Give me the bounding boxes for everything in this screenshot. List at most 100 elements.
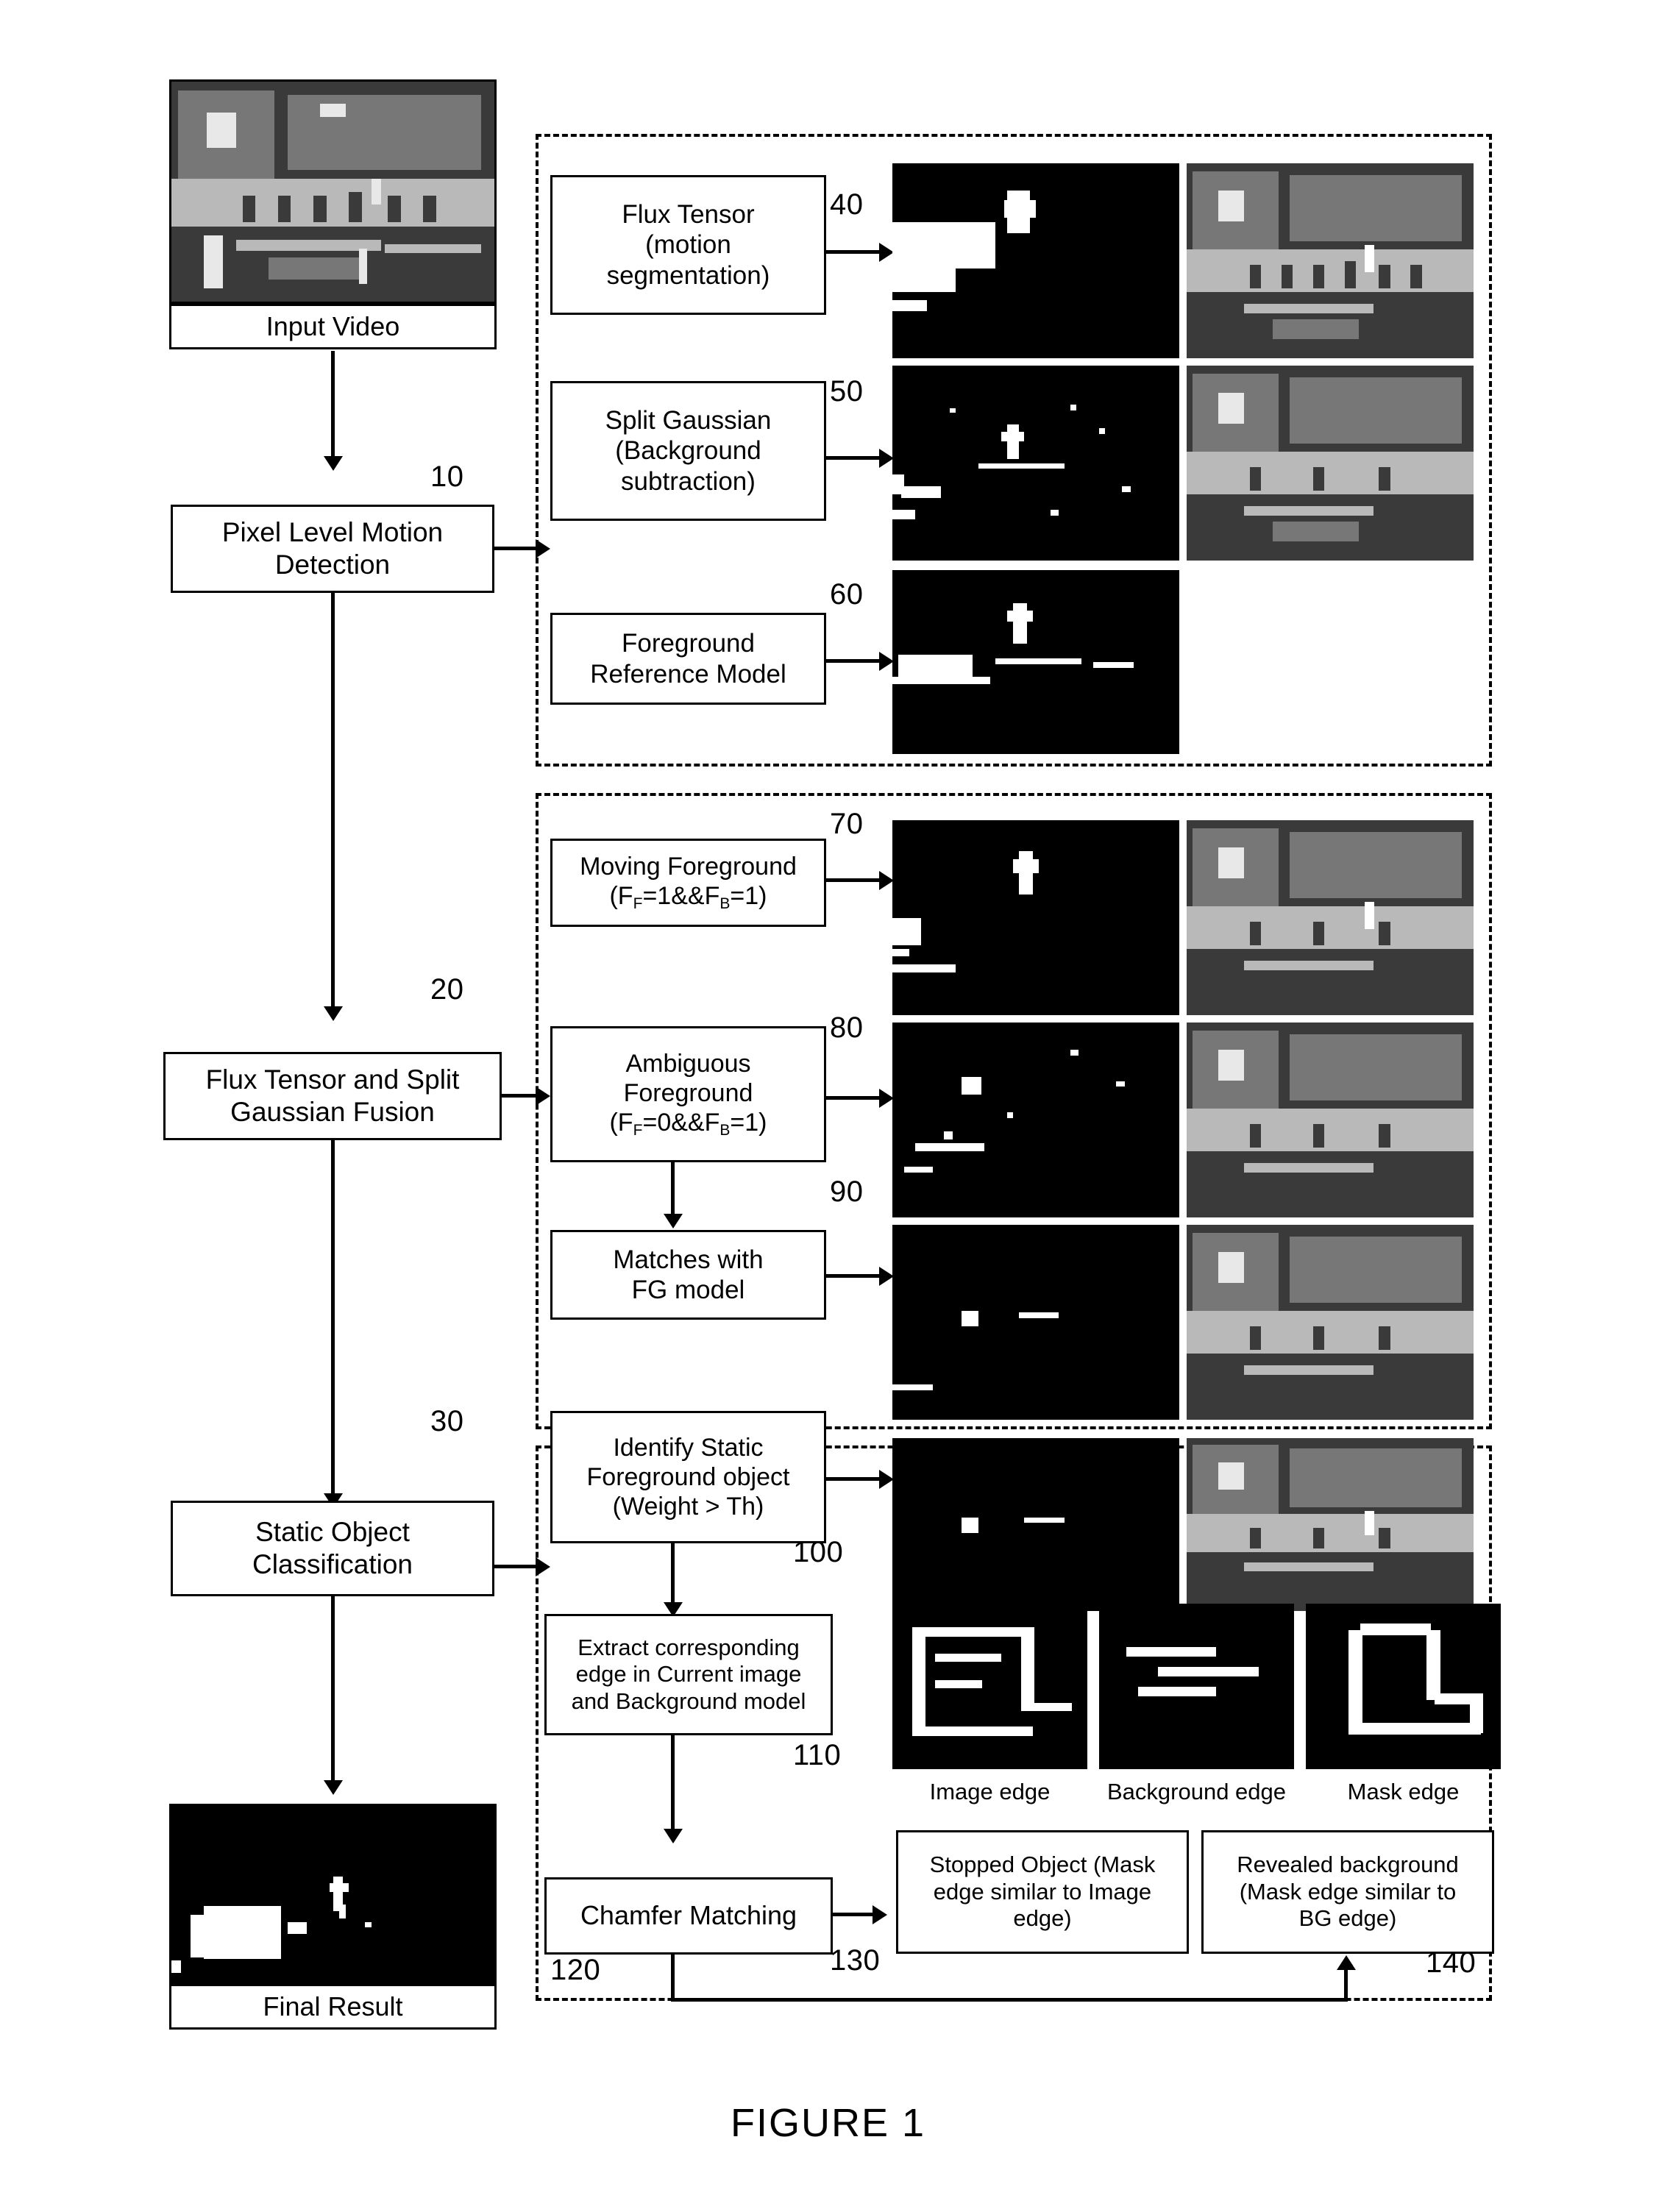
connector-block120-to-140-horizontal <box>671 1998 1348 2002</box>
connector-step20-to-step30 <box>331 1140 335 1501</box>
connector-block40-to-mask <box>826 250 884 254</box>
arrowhead-block50 <box>879 449 894 468</box>
step-flux-tensor-split-gaussian-fusion[interactable]: Flux Tensor and Split Gaussian Fusion <box>163 1052 502 1140</box>
block70-line2: (FF=1&&FB=1) <box>609 882 767 913</box>
step10-line2: Detection <box>274 550 391 580</box>
arrowhead-block110-to-block120 <box>664 1829 683 1843</box>
ref-numeral-30: 30 <box>430 1405 464 1437</box>
connector-step20-to-module2 <box>502 1094 540 1098</box>
block-stopped-object[interactable]: Stopped Object (Mask edge similar to Ima… <box>896 1830 1189 1954</box>
block-ambiguous-foreground[interactable]: Ambiguous Foreground (FF=0&&FB=1) <box>550 1026 826 1162</box>
arrowhead-step10-to-step20 <box>324 1006 343 1021</box>
block130-line3: edge) <box>1013 1905 1072 1932</box>
block110-line3: and Background model <box>571 1688 806 1714</box>
moving-foreground-mask-image <box>892 820 1179 1015</box>
input-video-image <box>171 82 494 302</box>
connector-block100-to-mask <box>826 1477 884 1481</box>
image-edge-panel <box>892 1604 1087 1769</box>
block100-line2: Foreground object <box>586 1462 790 1491</box>
block50-line3: subtraction) <box>621 466 756 496</box>
block80-line2: Foreground <box>623 1078 753 1107</box>
block110-line2: edge in Current image <box>575 1661 802 1688</box>
block40-line3: segmentation) <box>606 260 770 290</box>
foreground-reference-mask-image <box>892 570 1179 754</box>
step10-line1: Pixel Level Motion <box>221 517 444 548</box>
block80-line1: Ambiguous <box>625 1049 751 1078</box>
ref-numeral-70: 70 <box>830 808 864 840</box>
block70-line1: Moving Foreground <box>580 853 797 881</box>
connector-step10-to-step20 <box>331 593 335 1012</box>
step20-line1: Flux Tensor and Split <box>205 1064 460 1095</box>
connector-step30-to-module3 <box>494 1565 540 1568</box>
arrowhead-block70 <box>879 871 894 890</box>
ref-numeral-130: 130 <box>830 1944 881 1977</box>
block-identify-static-foreground-object[interactable]: Identify Static Foreground object (Weigh… <box>550 1411 826 1543</box>
block40-line2: (motion <box>645 230 731 260</box>
block-matches-with-fg-model[interactable]: Matches with FG model <box>550 1230 826 1320</box>
connector-block60-to-mask <box>826 659 884 663</box>
connector-block50-to-mask <box>826 456 884 460</box>
block40-line1: Flux Tensor <box>622 200 755 230</box>
ambiguous-foreground-overlay-image <box>1187 1023 1474 1217</box>
connector-block90-to-mask <box>826 1274 884 1278</box>
ref-numeral-90: 90 <box>830 1176 864 1208</box>
block60-line2: Reference Model <box>590 659 786 689</box>
flux-tensor-overlay-image <box>1187 163 1474 358</box>
block-moving-foreground[interactable]: Moving Foreground (FF=1&&FB=1) <box>550 839 826 927</box>
split-gaussian-mask-image <box>892 366 1179 561</box>
block60-line1: Foreground <box>622 629 755 658</box>
block-extract-corresponding-edge[interactable]: Extract corresponding edge in Current im… <box>544 1614 833 1735</box>
ref-numeral-100: 100 <box>793 1536 844 1568</box>
flux-tensor-mask-image <box>892 163 1179 358</box>
connector-input-to-step10 <box>331 351 335 461</box>
block90-line1: Matches with <box>613 1245 764 1274</box>
moving-foreground-overlay-image <box>1187 820 1474 1015</box>
arrowhead-step30-to-final <box>324 1780 343 1795</box>
block110-line1: Extract corresponding <box>578 1634 800 1660</box>
final-result-thumbnail-frame <box>169 1804 497 1984</box>
arrowhead-block60 <box>879 652 894 671</box>
block-revealed-background[interactable]: Revealed background (Mask edge similar t… <box>1201 1830 1494 1954</box>
block-foreground-reference-model[interactable]: Foreground Reference Model <box>550 613 826 705</box>
ref-numeral-40: 40 <box>830 188 864 221</box>
block140-line1: Revealed background <box>1237 1852 1459 1878</box>
ref-numeral-140: 140 <box>1426 1946 1476 1979</box>
ref-numeral-60: 60 <box>830 578 864 611</box>
arrowhead-block90 <box>879 1267 894 1286</box>
step-pixel-level-motion-detection[interactable]: Pixel Level Motion Detection <box>171 505 494 593</box>
block50-line1: Split Gaussian <box>605 406 772 435</box>
matches-fg-model-mask-image <box>892 1225 1179 1420</box>
ambiguous-foreground-mask-image <box>892 1023 1179 1217</box>
block90-line2: FG model <box>631 1276 745 1304</box>
block-split-gaussian[interactable]: Split Gaussian (Background subtraction) <box>550 381 826 521</box>
mask-edge-caption: Mask edge <box>1347 1779 1460 1804</box>
final-result-image <box>171 1806 494 1982</box>
connector-block110-to-block120 <box>671 1735 675 1835</box>
step20-line2: Gaussian Fusion <box>230 1097 435 1127</box>
block80-line3: (FF=0&&FB=1) <box>609 1108 767 1139</box>
ref-numeral-80: 80 <box>830 1011 864 1044</box>
image-edge-caption: Image edge <box>929 1779 1051 1804</box>
connector-block120-to-block130 <box>833 1913 877 1916</box>
figure-caption: FIGURE 1 <box>730 2101 926 2145</box>
connector-step30-to-final <box>331 1596 335 1788</box>
arrowhead-block80-to-block90 <box>664 1214 683 1228</box>
arrowhead-input-to-step10 <box>324 456 343 471</box>
block-chamfer-matching[interactable]: Chamfer Matching <box>544 1877 833 1955</box>
arrowhead-block120-to-block130 <box>873 1905 887 1924</box>
block120-line1: Chamfer Matching <box>580 1900 797 1931</box>
arrowhead-block80 <box>879 1089 894 1108</box>
arrowhead-block100 <box>879 1470 894 1489</box>
connector-step10-to-module1 <box>494 547 540 550</box>
identify-static-fg-overlay-image <box>1187 1438 1474 1611</box>
step-static-object-classification[interactable]: Static Object Classification <box>171 1501 494 1596</box>
block100-line1: Identify Static <box>613 1433 764 1462</box>
background-edge-panel <box>1099 1604 1294 1769</box>
input-video-label: Input Video <box>169 304 497 349</box>
block-flux-tensor[interactable]: Flux Tensor (motion segmentation) <box>550 175 826 315</box>
ref-numeral-120: 120 <box>550 1954 601 1986</box>
background-edge-caption: Background edge <box>1106 1779 1287 1804</box>
arrowhead-to-block140 <box>1337 1955 1356 1970</box>
block140-line2: (Mask edge similar to <box>1239 1878 1457 1905</box>
block50-line2: (Background <box>615 436 761 466</box>
